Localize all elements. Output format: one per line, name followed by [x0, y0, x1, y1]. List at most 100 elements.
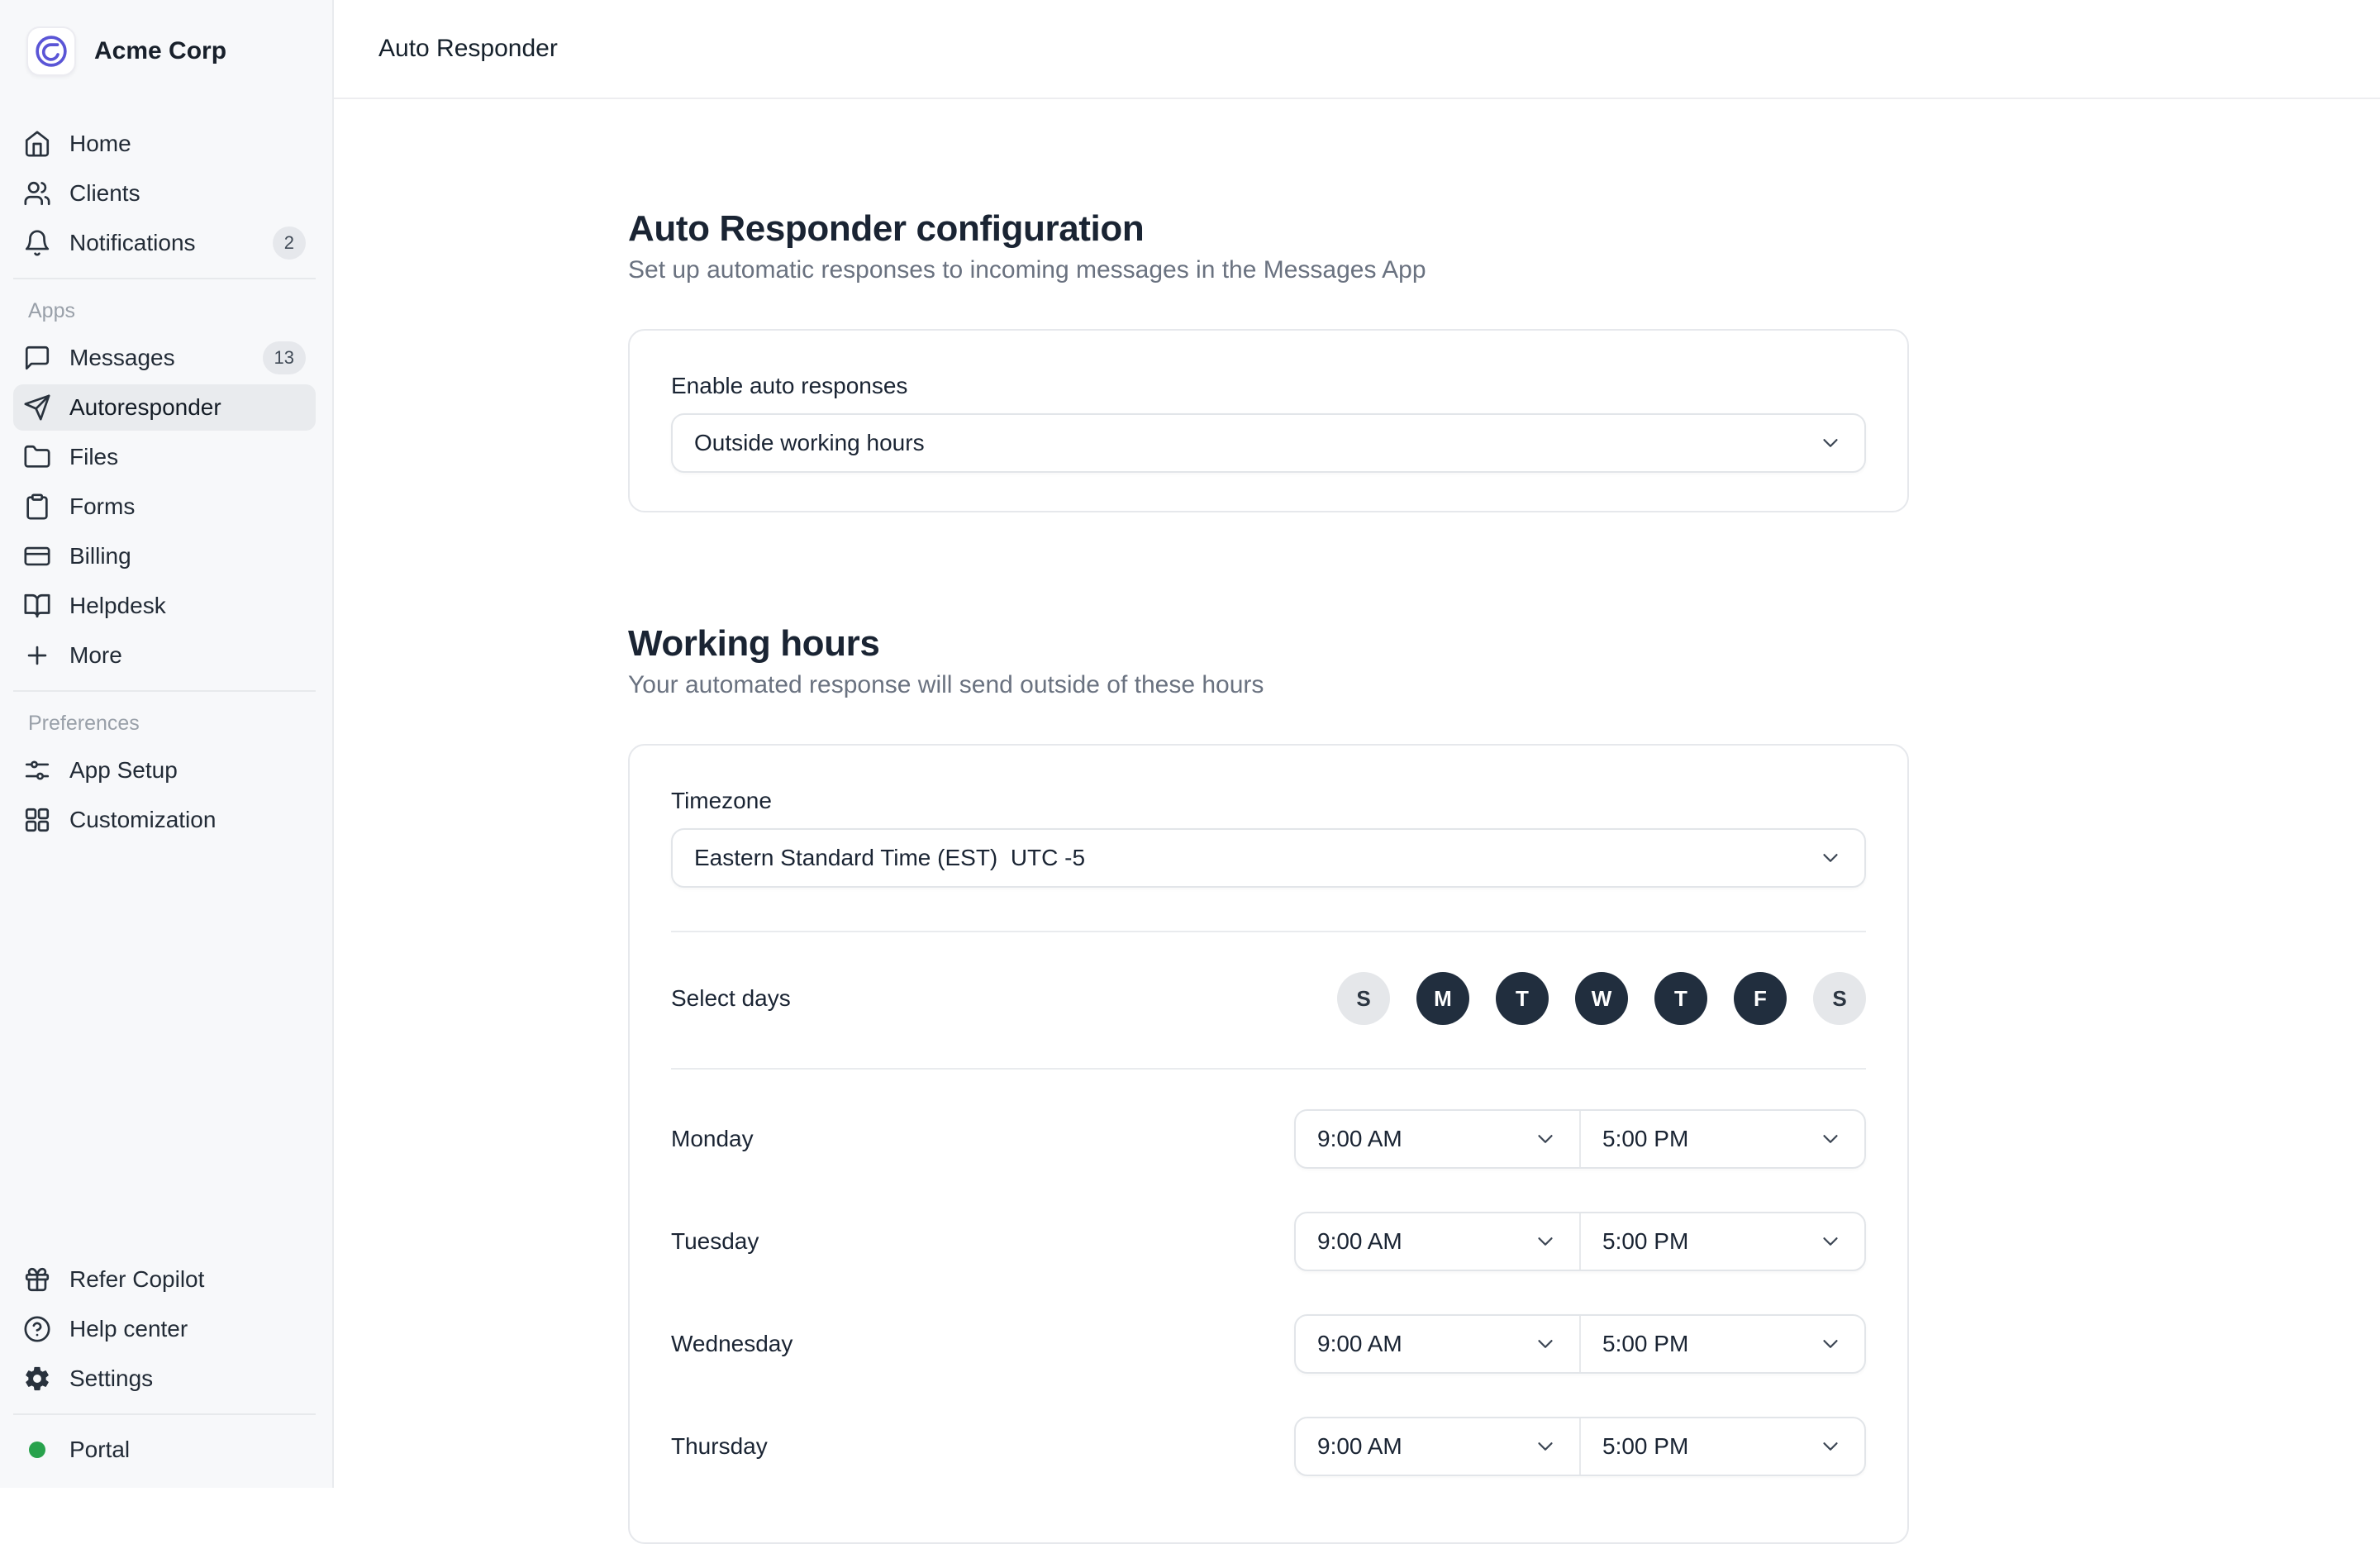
- chevron-down-icon: [1818, 1127, 1843, 1151]
- chevron-down-icon: [1818, 846, 1843, 870]
- sidebar-item-home[interactable]: Home: [13, 121, 316, 167]
- credit-card-icon: [23, 542, 51, 570]
- working-hours-subtitle: Your automated response will send outsid…: [628, 671, 2380, 699]
- message-icon: [23, 344, 51, 372]
- sidebar-item-label: App Setup: [69, 757, 178, 784]
- wednesday-end-time-select[interactable]: 5:00 PM: [1581, 1316, 1864, 1372]
- thursday-end-time-select[interactable]: 5:00 PM: [1581, 1418, 1864, 1475]
- select-value: 5:00 PM: [1602, 1331, 1688, 1357]
- sidebar-item-settings[interactable]: Settings: [13, 1356, 316, 1402]
- sidebar-nav-main: Home Clients Notifications 2: [0, 119, 332, 268]
- sidebar-item-label: Portal: [69, 1437, 130, 1463]
- clipboard-icon: [23, 493, 51, 521]
- grid-icon: [23, 806, 51, 834]
- workspace-switcher[interactable]: Acme Corp: [0, 0, 332, 102]
- sidebar-item-app-setup[interactable]: App Setup: [13, 747, 316, 793]
- bell-icon: [23, 229, 51, 257]
- chevron-down-icon: [1818, 431, 1843, 455]
- gear-icon: [23, 1365, 51, 1393]
- day-toggle-thursday[interactable]: T: [1654, 972, 1707, 1025]
- sidebar-item-messages[interactable]: Messages 13: [13, 335, 316, 381]
- sidebar-item-label: Files: [69, 444, 118, 470]
- divider: [671, 931, 1866, 932]
- sidebar-item-portal[interactable]: Portal: [13, 1427, 316, 1473]
- portal-status-dot: [23, 1436, 51, 1464]
- time-range: 9:00 AM 5:00 PM: [1294, 1109, 1866, 1169]
- sidebar-item-notifications[interactable]: Notifications 2: [13, 220, 316, 266]
- day-toggle-tuesday[interactable]: T: [1496, 972, 1549, 1025]
- chevron-down-icon: [1533, 1127, 1558, 1151]
- divider: [13, 690, 316, 692]
- time-range: 9:00 AM5:00 PM: [1294, 1212, 1866, 1271]
- day-toggle-saturday[interactable]: S: [1813, 972, 1866, 1025]
- sidebar-item-label: Billing: [69, 543, 131, 569]
- config-subtitle: Set up automatic responses to incoming m…: [628, 256, 2380, 284]
- sidebar-item-helpdesk[interactable]: Helpdesk: [13, 583, 316, 629]
- enable-auto-responses-select[interactable]: Outside working hours: [671, 413, 1866, 473]
- tuesday-end-time-select[interactable]: 5:00 PM: [1581, 1213, 1864, 1270]
- select-value: Eastern Standard Time (EST) UTC -5: [694, 845, 1085, 871]
- sidebar-item-billing[interactable]: Billing: [13, 533, 316, 579]
- divider: [13, 278, 316, 279]
- select-value: 5:00 PM: [1602, 1126, 1688, 1152]
- sidebar-item-clients[interactable]: Clients: [13, 170, 316, 217]
- day-label: Thursday: [671, 1433, 768, 1460]
- sidebar-item-files[interactable]: Files: [13, 434, 316, 480]
- sidebar-nav-portal: Portal: [0, 1425, 332, 1475]
- monday-start-time-select[interactable]: 9:00 AM: [1296, 1111, 1581, 1167]
- sidebar-nav-footer: Refer Copilot Help center Settings: [0, 1255, 332, 1403]
- app-window: Acme Corp Home Clients Notifications 2 Apps…: [0, 0, 2380, 1488]
- sidebar-item-forms[interactable]: Forms: [13, 484, 316, 530]
- sidebar-item-label: Forms: [69, 493, 135, 520]
- chevron-down-icon: [1533, 1332, 1558, 1356]
- config-title: Auto Responder configuration: [628, 208, 2380, 250]
- day-toggle-monday[interactable]: M: [1416, 972, 1469, 1025]
- count-badge: 2: [273, 226, 306, 260]
- working-hours-title: Working hours: [628, 623, 2380, 665]
- working-hours-row-monday: Monday9:00 AM5:00 PM: [671, 1109, 1866, 1169]
- monday-end-time-select[interactable]: 5:00 PM: [1581, 1111, 1864, 1167]
- sidebar-item-autoresponder[interactable]: Autoresponder: [13, 384, 316, 431]
- sidebar-footer: Refer Copilot Help center Settings Portal: [0, 1255, 332, 1488]
- sidebar-item-label: More: [69, 642, 122, 669]
- main-area: Auto Responder Auto Responder configurat…: [334, 0, 2380, 1488]
- sidebar-item-label: Help center: [69, 1316, 188, 1342]
- day-toggle-sunday[interactable]: S: [1337, 972, 1390, 1025]
- tuesday-start-time-select[interactable]: 9:00 AM: [1296, 1213, 1581, 1270]
- page-header: Auto Responder: [334, 0, 2380, 99]
- enable-auto-responses-label: Enable auto responses: [671, 372, 1866, 400]
- working-hours-row-wednesday: Wednesday9:00 AM5:00 PM: [671, 1314, 1866, 1374]
- sidebar-item-label: Clients: [69, 180, 140, 207]
- sidebar-item-help-center[interactable]: Help center: [13, 1306, 316, 1352]
- sliders-icon: [23, 756, 51, 784]
- sidebar-item-more[interactable]: More: [13, 632, 316, 679]
- count-badge: 13: [263, 341, 306, 374]
- select-value: 9:00 AM: [1317, 1126, 1402, 1152]
- timezone-select[interactable]: Eastern Standard Time (EST) UTC -5: [671, 828, 1866, 888]
- thursday-start-time-select[interactable]: 9:00 AM: [1296, 1418, 1581, 1475]
- section-label-preferences: Preferences: [0, 712, 332, 736]
- select-value: Outside working hours: [694, 430, 925, 456]
- users-icon: [23, 179, 51, 207]
- select-value: 9:00 AM: [1317, 1433, 1402, 1460]
- plus-icon: [23, 641, 51, 670]
- sidebar-item-label: Notifications: [69, 230, 196, 256]
- page-title: Auto Responder: [378, 35, 558, 63]
- sidebar-item-label: Messages: [69, 345, 175, 371]
- day-toggle-wednesday[interactable]: W: [1575, 972, 1628, 1025]
- brand-logo-icon: [26, 26, 76, 76]
- wednesday-start-time-select[interactable]: 9:00 AM: [1296, 1316, 1581, 1372]
- section-label-apps: Apps: [0, 299, 332, 323]
- chevron-down-icon: [1818, 1332, 1843, 1356]
- sidebar-item-customization[interactable]: Customization: [13, 797, 316, 843]
- select-value: 5:00 PM: [1602, 1433, 1688, 1460]
- sidebar-item-label: Home: [69, 131, 131, 157]
- select-days-label: Select days: [671, 984, 791, 1013]
- time-range: 9:00 AM 5:00 PM: [1294, 1314, 1866, 1374]
- timezone-label: Timezone: [671, 787, 1866, 815]
- book-open-icon: [23, 592, 51, 620]
- sidebar-item-refer-copilot[interactable]: Refer Copilot: [13, 1256, 316, 1303]
- divider: [13, 1413, 316, 1415]
- sidebar-nav-preferences: App Setup Customization: [0, 746, 332, 845]
- day-toggle-friday[interactable]: F: [1734, 972, 1787, 1025]
